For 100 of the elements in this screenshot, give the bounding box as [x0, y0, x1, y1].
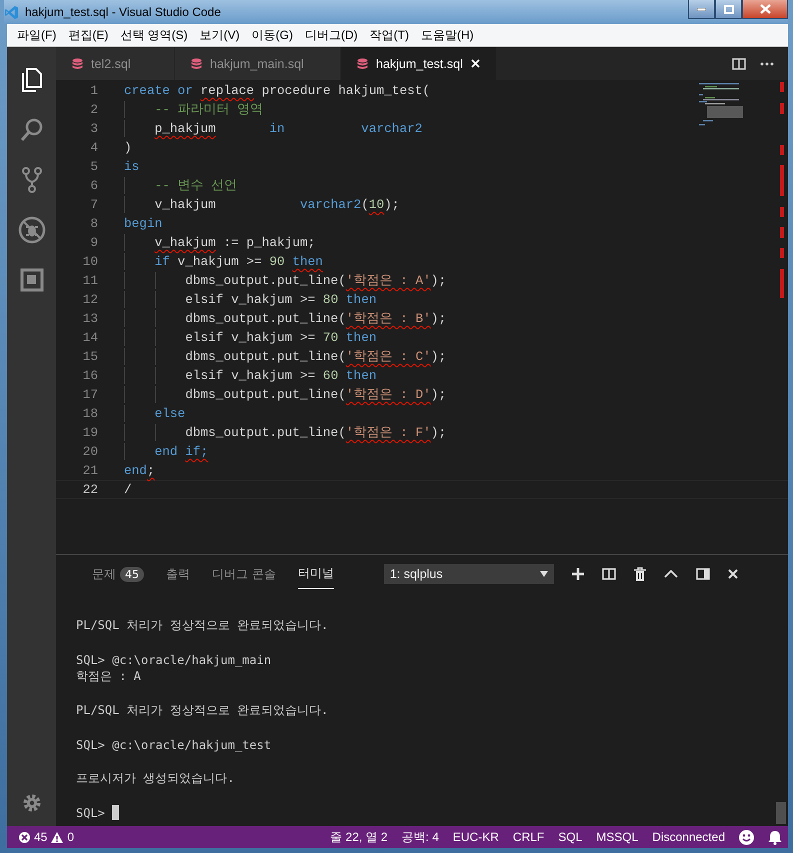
editor-tab[interactable]: hakjum_test.sql	[341, 47, 497, 80]
line-number: 11	[82, 273, 98, 288]
more-icon[interactable]	[760, 62, 774, 66]
line-number: 8	[89, 216, 98, 231]
dropdown-caret-icon	[540, 571, 548, 577]
maximize-button[interactable]	[715, 0, 742, 19]
menu-item[interactable]: 도움말(H)	[415, 26, 480, 44]
code-line: dbms_output.put_line('학점은 : D');	[185, 386, 446, 403]
code-line: create or replace procedure hakjum_test(	[124, 83, 430, 98]
settings-icon	[20, 792, 42, 814]
menu-item[interactable]: 작업(T)	[364, 26, 415, 44]
terminal-line: 학점은 : A	[76, 668, 141, 685]
code-line: elsif v_hakjum >= 80 then	[185, 292, 376, 307]
code-line: )	[124, 140, 132, 155]
database-icon	[191, 58, 202, 70]
status-item[interactable]: 공백: 4	[402, 828, 439, 846]
status-item[interactable]: Disconnected	[652, 830, 725, 844]
panel-tab[interactable]: 문제 45	[92, 560, 144, 588]
minimap-drawing	[699, 82, 743, 127]
scrollbar-thumb[interactable]	[776, 802, 786, 824]
menu-item[interactable]: 이동(G)	[246, 26, 299, 44]
code-line: dbms_output.put_line('학점은 : A');	[185, 272, 446, 289]
terminal-line: PL/SQL 처리가 정상적으로 완료되었습니다.	[76, 617, 328, 634]
line-number: 20	[82, 444, 98, 459]
line-number: 19	[82, 425, 98, 440]
search-icon	[18, 117, 44, 143]
line-number: 1	[89, 83, 98, 98]
warning-icon	[51, 832, 64, 842]
line-number: 12	[82, 292, 98, 307]
line-number: 9	[89, 235, 98, 250]
code-line: dbms_output.put_line('학점은 : B');	[185, 310, 446, 327]
terminal-line: SQL> @c:\oracle/hakjum_main	[76, 652, 272, 666]
code-line: end;	[124, 463, 155, 478]
count-badge: 45	[120, 566, 144, 582]
app-logo-icon	[4, 4, 19, 20]
chevron-up-icon[interactable]	[664, 570, 678, 578]
line-number: 16	[82, 368, 98, 383]
menu-item[interactable]: 보기(V)	[194, 26, 246, 44]
line-number: 21	[82, 463, 98, 478]
code-line: else	[154, 406, 186, 421]
menu-item[interactable]: 디버그(D)	[299, 26, 364, 44]
line-number: 18	[82, 406, 98, 421]
status-item[interactable]: EUC-KR	[452, 830, 499, 844]
close-button[interactable]	[742, 0, 788, 19]
terminal-line: PL/SQL 처리가 정상적으로 완료되었습니다.	[76, 702, 328, 719]
line-number: 3	[89, 121, 98, 136]
smiley-icon[interactable]	[739, 830, 754, 844]
status-item[interactable]: 줄 22, 열 2	[330, 828, 388, 846]
code-line: v_hakjum := p_hakjum;	[154, 235, 316, 250]
close-icon	[760, 4, 770, 14]
database-icon	[357, 58, 368, 70]
plus-icon[interactable]	[572, 568, 584, 580]
status-item[interactable]: CRLF	[512, 830, 544, 844]
close-icon[interactable]	[728, 569, 738, 579]
panel-layout-icon[interactable]	[696, 568, 710, 580]
line-number: 7	[89, 197, 98, 212]
terminal-line: SQL>	[76, 806, 105, 820]
status-item[interactable]: SQL	[558, 830, 582, 844]
line-number: 5	[89, 159, 98, 174]
code-line: elsif v_hakjum >= 60 then	[185, 368, 376, 383]
code-line: -- 변수 선언	[154, 177, 238, 194]
branch-icon	[20, 166, 42, 194]
line-number: 2	[89, 102, 98, 117]
line-number: 17	[82, 387, 98, 402]
minimize-icon	[697, 8, 706, 10]
minimize-button[interactable]	[688, 0, 715, 19]
error-icon	[19, 832, 30, 842]
line-number: 15	[82, 349, 98, 364]
no-bug-icon	[18, 216, 46, 244]
trash-icon[interactable]	[634, 567, 646, 581]
status-item[interactable]: MSSQL	[596, 830, 638, 844]
window-title: hakjum_test.sql - Visual Studio Code	[25, 5, 221, 19]
menu-item[interactable]: 선택 영역(S)	[114, 26, 194, 44]
terminal-line: 프로시저가 생성되었습니다.	[76, 770, 234, 787]
maximize-icon	[724, 4, 734, 14]
line-number: 22	[82, 482, 98, 497]
extensions-icon	[20, 268, 44, 292]
terminal-select[interactable]: 1: sqlplus	[384, 564, 554, 584]
code-line: elsif v_hakjum >= 70 then	[185, 330, 376, 345]
code-line: -- 파라미터 영역	[154, 101, 264, 118]
code-line: begin	[124, 216, 162, 231]
code-line: dbms_output.put_line('학점은 : C');	[185, 348, 446, 365]
menu-item[interactable]: 파일(F)	[11, 26, 62, 44]
line-number: 13	[82, 311, 98, 326]
bell-icon[interactable]	[768, 830, 782, 844]
panel-tab[interactable]: 터미널	[298, 559, 334, 589]
menu-item[interactable]: 편집(E)	[62, 26, 114, 44]
panel-tab[interactable]: 디버그 콘솔	[212, 560, 276, 588]
code-line: end if;	[154, 444, 208, 459]
files-icon	[20, 67, 44, 93]
split-editor-icon[interactable]	[732, 58, 746, 70]
line-number: 10	[82, 254, 98, 269]
editor-tab[interactable]: tel2.sql	[56, 47, 175, 80]
split-terminal-icon[interactable]	[602, 568, 616, 580]
problems-indicator[interactable]: 45 0	[19, 830, 74, 844]
line-number: 6	[89, 178, 98, 193]
editor-tab[interactable]: hakjum_main.sql	[175, 47, 341, 80]
terminal-line: SQL> @c:\oracle/hakjum_test	[76, 738, 272, 752]
code-line: v_hakjum varchar2(10);	[154, 197, 400, 212]
panel-tab[interactable]: 출력	[166, 560, 190, 588]
